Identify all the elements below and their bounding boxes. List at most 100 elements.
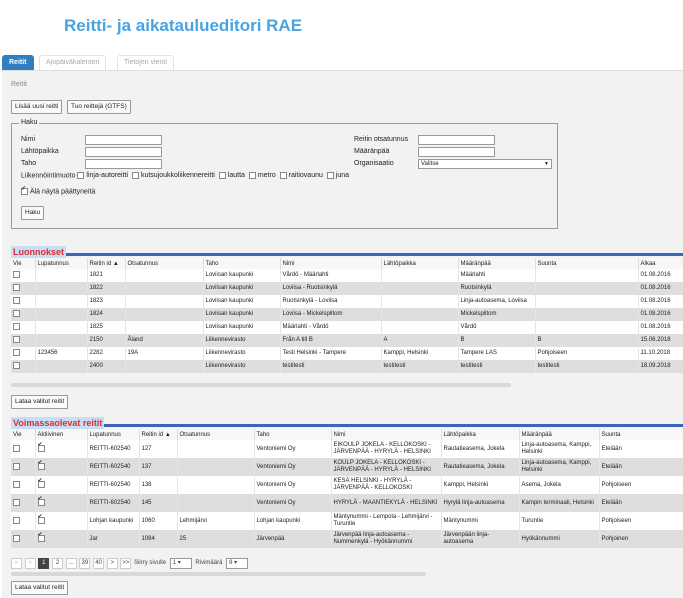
table-cell: 01.08.2016 bbox=[638, 308, 683, 321]
table-row[interactable]: 123456 2282 19A Liikennevirasto Testi Helsin… bbox=[11, 347, 683, 360]
table-cell bbox=[35, 269, 88, 282]
export-checkbox[interactable] bbox=[13, 336, 20, 344]
export-checkbox[interactable] bbox=[13, 297, 20, 305]
export-checkbox[interactable] bbox=[13, 349, 20, 357]
export-checkbox[interactable] bbox=[13, 310, 20, 318]
add-route-button[interactable]: Lisää uusi reitti bbox=[11, 100, 63, 114]
mode-checkbox-metro[interactable] bbox=[248, 172, 256, 179]
active-load-button[interactable]: Lataa valitut reitit bbox=[11, 581, 69, 595]
active-checkbox[interactable] bbox=[37, 532, 45, 542]
pager-next[interactable]: > bbox=[106, 558, 118, 569]
column-header[interactable]: Lähtöpaikka bbox=[441, 429, 520, 440]
column-header[interactable]: Suunta bbox=[599, 429, 683, 440]
export-checkbox[interactable] bbox=[13, 534, 20, 542]
table-row[interactable]: Jar108425JärvenpääJärvenpää linja-autoas… bbox=[11, 530, 683, 548]
drafts-scrollbar[interactable] bbox=[11, 383, 511, 387]
mode-checkbox-ferry[interactable] bbox=[218, 172, 226, 179]
column-header-label: Määränpää bbox=[460, 260, 491, 267]
export-checkbox[interactable] bbox=[13, 271, 20, 279]
column-header[interactable]: Vie bbox=[11, 258, 36, 269]
table-cell: Liikennevirasto bbox=[203, 347, 281, 360]
export-checkbox[interactable] bbox=[13, 498, 20, 506]
active-routes-table: Vie Aktiivinen Lupatunnus Reitin id ▲ Otsatu… bbox=[11, 429, 683, 548]
column-header[interactable]: Lupatunnus bbox=[87, 429, 140, 440]
column-header[interactable]: Nimi bbox=[280, 258, 382, 269]
export-checkbox[interactable] bbox=[13, 323, 20, 331]
hide-ended-checkbox[interactable] bbox=[21, 185, 28, 195]
table-row[interactable]: 1823 Loviisan kaupunki Ruotsinkylä - Lovii… bbox=[11, 295, 683, 308]
table-row[interactable]: 1821 Loviisan kaupunki Vårdö - Määrlahti Mä… bbox=[11, 269, 683, 282]
table-row[interactable]: 1824 Loviisan kaupunki Loviisa - Mickelspi… bbox=[11, 308, 683, 321]
active-scrollbar[interactable] bbox=[11, 572, 426, 576]
column-header[interactable]: Reitin id ▲ bbox=[87, 258, 126, 269]
pager-last[interactable]: >> bbox=[120, 558, 132, 569]
column-header[interactable]: Otsatunnus bbox=[125, 258, 204, 269]
column-header-label: Reitin id bbox=[141, 431, 164, 438]
column-header[interactable]: Lupatunnus bbox=[35, 258, 88, 269]
column-header[interactable]: Lähtöpaikka bbox=[381, 258, 459, 269]
active-checkbox[interactable] bbox=[37, 442, 45, 452]
goto-select[interactable]: 1 ▾ bbox=[169, 558, 192, 569]
column-header[interactable]: Määränpää bbox=[458, 258, 536, 269]
export-checkbox[interactable] bbox=[13, 516, 20, 524]
export-checkbox[interactable] bbox=[13, 480, 20, 488]
header-input[interactable] bbox=[418, 135, 495, 145]
column-header[interactable]: Määränpää bbox=[519, 429, 600, 440]
pager-page-40[interactable]: 40 bbox=[93, 558, 105, 569]
active-checkbox[interactable] bbox=[37, 496, 45, 506]
column-header[interactable]: Otsatunnus bbox=[177, 429, 255, 440]
active-checkbox[interactable] bbox=[37, 460, 45, 470]
table-row[interactable]: REITTI-602540137 Ventoniemi OyKOULP JOKEL… bbox=[11, 458, 683, 476]
mode-checkbox-train[interactable] bbox=[326, 172, 334, 179]
export-checkbox[interactable] bbox=[13, 444, 20, 452]
table-row[interactable]: REITTI-602540145 Ventoniemi OyHYRYLÄ - MA… bbox=[11, 494, 683, 512]
table-cell: Ruotsinkylä - Loviisa bbox=[280, 295, 382, 308]
pager-page-1[interactable]: 1 bbox=[38, 558, 50, 569]
pager-prev[interactable]: < bbox=[24, 558, 36, 569]
rows-select[interactable]: 8 ▾ bbox=[226, 558, 249, 569]
tab-calendar[interactable]: Ajopäiväkalenteri bbox=[39, 55, 107, 70]
active-checkbox[interactable] bbox=[37, 478, 45, 488]
column-header[interactable]: Alkaa bbox=[638, 258, 683, 269]
table-cell: Linja-autoasema, Loviisa bbox=[458, 295, 536, 308]
tab-export[interactable]: Tietojen vienti bbox=[117, 55, 174, 70]
table-row[interactable]: 2400 Liikennevirasto testitesti testitesti t… bbox=[11, 360, 683, 373]
table-cell: Ventoniemi Oy bbox=[254, 458, 332, 476]
name-input[interactable] bbox=[85, 135, 162, 145]
table-row[interactable]: REITTI-602540138 Ventoniemi OyKESÄ HELSIN… bbox=[11, 476, 683, 494]
mode-checkbox-ondemand[interactable] bbox=[131, 172, 139, 179]
export-checkbox[interactable] bbox=[13, 362, 20, 370]
pager-page-2[interactable]: 2 bbox=[52, 558, 64, 569]
table-row[interactable]: 1825 Loviisan kaupunki Määrlahti - Vårdö Vå… bbox=[11, 321, 683, 334]
import-gtfs-button[interactable]: Tuo reittejä (GTFS) bbox=[67, 100, 131, 114]
stop-input[interactable] bbox=[85, 159, 162, 169]
origin-input[interactable] bbox=[85, 147, 162, 157]
export-checkbox[interactable] bbox=[13, 462, 20, 470]
column-header[interactable]: Taho bbox=[254, 429, 332, 440]
table-cell: Testi Helsinki - Tampere bbox=[280, 347, 382, 360]
table-row[interactable]: Lohjan kaupunki1060LehmijärviLohjan kaup… bbox=[11, 512, 683, 530]
column-header[interactable]: Aktiivinen bbox=[35, 429, 88, 440]
drafts-load-button[interactable]: Lataa valitut reitit bbox=[11, 395, 69, 409]
search-button[interactable]: Haku bbox=[21, 206, 45, 220]
table-cell: Liikennevirasto bbox=[203, 360, 281, 373]
organization-select[interactable]: Valitse ▼ bbox=[418, 159, 552, 169]
pager-page-39[interactable]: 39 bbox=[79, 558, 91, 569]
column-header[interactable]: Suunta bbox=[535, 258, 639, 269]
column-header[interactable]: Nimi bbox=[331, 429, 442, 440]
export-checkbox[interactable] bbox=[13, 284, 20, 292]
column-header[interactable]: Reitin id ▲ bbox=[139, 429, 178, 440]
mode-checkbox-bus[interactable] bbox=[77, 172, 85, 179]
table-cell bbox=[35, 334, 88, 347]
mode-checkbox-tram[interactable] bbox=[279, 172, 287, 179]
tab-routes[interactable]: Reitit bbox=[2, 55, 34, 70]
active-checkbox[interactable] bbox=[37, 514, 45, 524]
table-row[interactable]: REITTI-602540127 Ventoniemi OyEIKOULP JOK… bbox=[11, 440, 683, 458]
column-header[interactable]: Vie bbox=[11, 429, 36, 440]
table-row[interactable]: 1822 Loviisan kaupunki Loviisa - Ruotsinky… bbox=[11, 282, 683, 295]
table-cell: Rautatieasema, Jokela bbox=[441, 440, 520, 458]
column-header[interactable]: Taho bbox=[203, 258, 281, 269]
destination-input[interactable] bbox=[418, 147, 495, 157]
pager-first[interactable]: « bbox=[11, 558, 22, 569]
table-row[interactable]: 2150 Åland Liikennevirasto Från A till BABB… bbox=[11, 334, 683, 347]
